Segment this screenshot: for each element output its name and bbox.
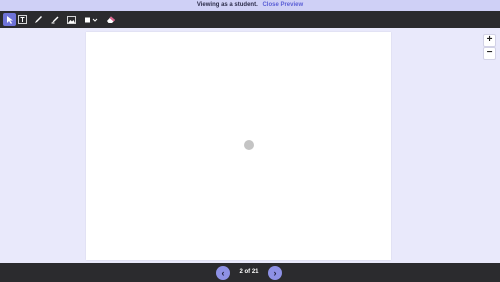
pager-bar: ‹ 2 of 21 › xyxy=(0,263,500,282)
image-icon[interactable] xyxy=(65,13,78,26)
close-preview-link[interactable]: Close Preview xyxy=(262,2,303,8)
loading-spinner xyxy=(244,140,254,150)
zoom-out-button[interactable]: − xyxy=(483,47,496,60)
eraser-icon[interactable] xyxy=(104,13,117,26)
previous-slide-button[interactable]: ‹ xyxy=(216,266,230,280)
page-indicator: 2 of 21 xyxy=(239,269,259,275)
slide-canvas[interactable] xyxy=(86,32,391,260)
next-slide-button[interactable]: › xyxy=(268,266,282,280)
highlighter-icon[interactable] xyxy=(49,13,62,26)
banner-message: Viewing as a student. xyxy=(196,2,258,8)
cursor-icon[interactable] xyxy=(3,13,16,26)
text-icon[interactable] xyxy=(16,13,29,26)
zoom-in-button[interactable]: + xyxy=(483,34,496,47)
drawing-toolbar xyxy=(0,11,500,28)
pen-icon[interactable] xyxy=(32,13,45,26)
shape-icon[interactable] xyxy=(83,13,100,26)
preview-banner: Viewing as a student. Close Preview xyxy=(0,0,500,11)
